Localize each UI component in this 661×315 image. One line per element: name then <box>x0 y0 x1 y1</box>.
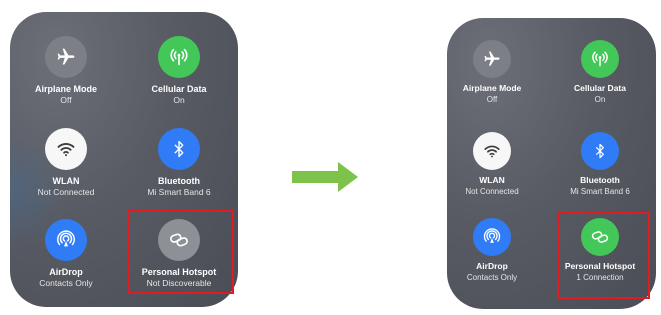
personal-hotspot-highlight-box <box>557 212 650 299</box>
airdrop-status: Contacts Only <box>466 273 518 282</box>
wlan-label: WLAN <box>52 176 80 186</box>
cellular-data-status: On <box>594 95 606 104</box>
airdrop-icon <box>482 227 502 247</box>
airplane-mode-toggle[interactable]: Airplane Mode Off <box>447 40 547 105</box>
airplane-mode-label: Airplane Mode <box>34 84 97 94</box>
airdrop-button[interactable] <box>45 219 87 261</box>
wifi-icon <box>483 142 501 160</box>
personal-hotspot-highlight-box <box>128 210 234 294</box>
bluetooth-icon <box>170 140 188 158</box>
airdrop-toggle[interactable]: AirDrop Contacts Only <box>11 219 121 289</box>
cellular-data-toggle[interactable]: Cellular Data On <box>545 40 655 105</box>
airplane-mode-button[interactable] <box>45 36 87 78</box>
wlan-toggle[interactable]: WLAN Not Connected <box>447 132 547 197</box>
bluetooth-button[interactable] <box>158 128 200 170</box>
bluetooth-label: Bluetooth <box>158 176 200 186</box>
cellular-data-label: Cellular Data <box>151 84 207 94</box>
airdrop-button[interactable] <box>473 218 511 256</box>
airdrop-status: Contacts Only <box>39 278 93 288</box>
airplane-mode-status: Off <box>486 95 498 104</box>
airplane-mode-button[interactable] <box>473 40 511 78</box>
cellular-data-button[interactable] <box>158 36 200 78</box>
bluetooth-toggle[interactable]: Bluetooth Mi Smart Band 6 <box>545 132 655 197</box>
wifi-icon <box>56 139 76 159</box>
antenna-icon <box>590 49 610 69</box>
bluetooth-button[interactable] <box>581 132 619 170</box>
airplane-mode-status: Off <box>60 95 72 105</box>
wlan-button[interactable] <box>45 128 87 170</box>
wlan-status: Not Connected <box>465 187 519 196</box>
airdrop-label: AirDrop <box>476 261 508 271</box>
cellular-data-toggle[interactable]: Cellular Data On <box>124 36 234 106</box>
airplane-mode-label: Airplane Mode <box>462 83 522 93</box>
right-arrow-icon <box>292 162 360 192</box>
bluetooth-label: Bluetooth <box>580 175 620 185</box>
airplane-icon <box>56 47 76 67</box>
bluetooth-toggle[interactable]: Bluetooth Mi Smart Band 6 <box>124 128 234 198</box>
wlan-button[interactable] <box>473 132 511 170</box>
airplane-mode-toggle[interactable]: Airplane Mode Off <box>11 36 121 106</box>
cellular-data-label: Cellular Data <box>574 83 626 93</box>
wlan-toggle[interactable]: WLAN Not Connected <box>11 128 121 198</box>
wlan-label: WLAN <box>479 175 505 185</box>
airdrop-toggle[interactable]: AirDrop Contacts Only <box>447 218 547 283</box>
airplane-icon <box>483 50 501 68</box>
wlan-status: Not Connected <box>37 187 95 197</box>
bluetooth-status: Mi Smart Band 6 <box>570 187 630 196</box>
cellular-data-status: On <box>173 95 185 105</box>
cellular-data-button[interactable] <box>581 40 619 78</box>
bluetooth-icon <box>592 143 608 159</box>
airdrop-icon <box>55 229 77 251</box>
bluetooth-status: Mi Smart Band 6 <box>147 187 211 197</box>
airdrop-label: AirDrop <box>49 267 83 277</box>
antenna-icon <box>168 46 190 68</box>
